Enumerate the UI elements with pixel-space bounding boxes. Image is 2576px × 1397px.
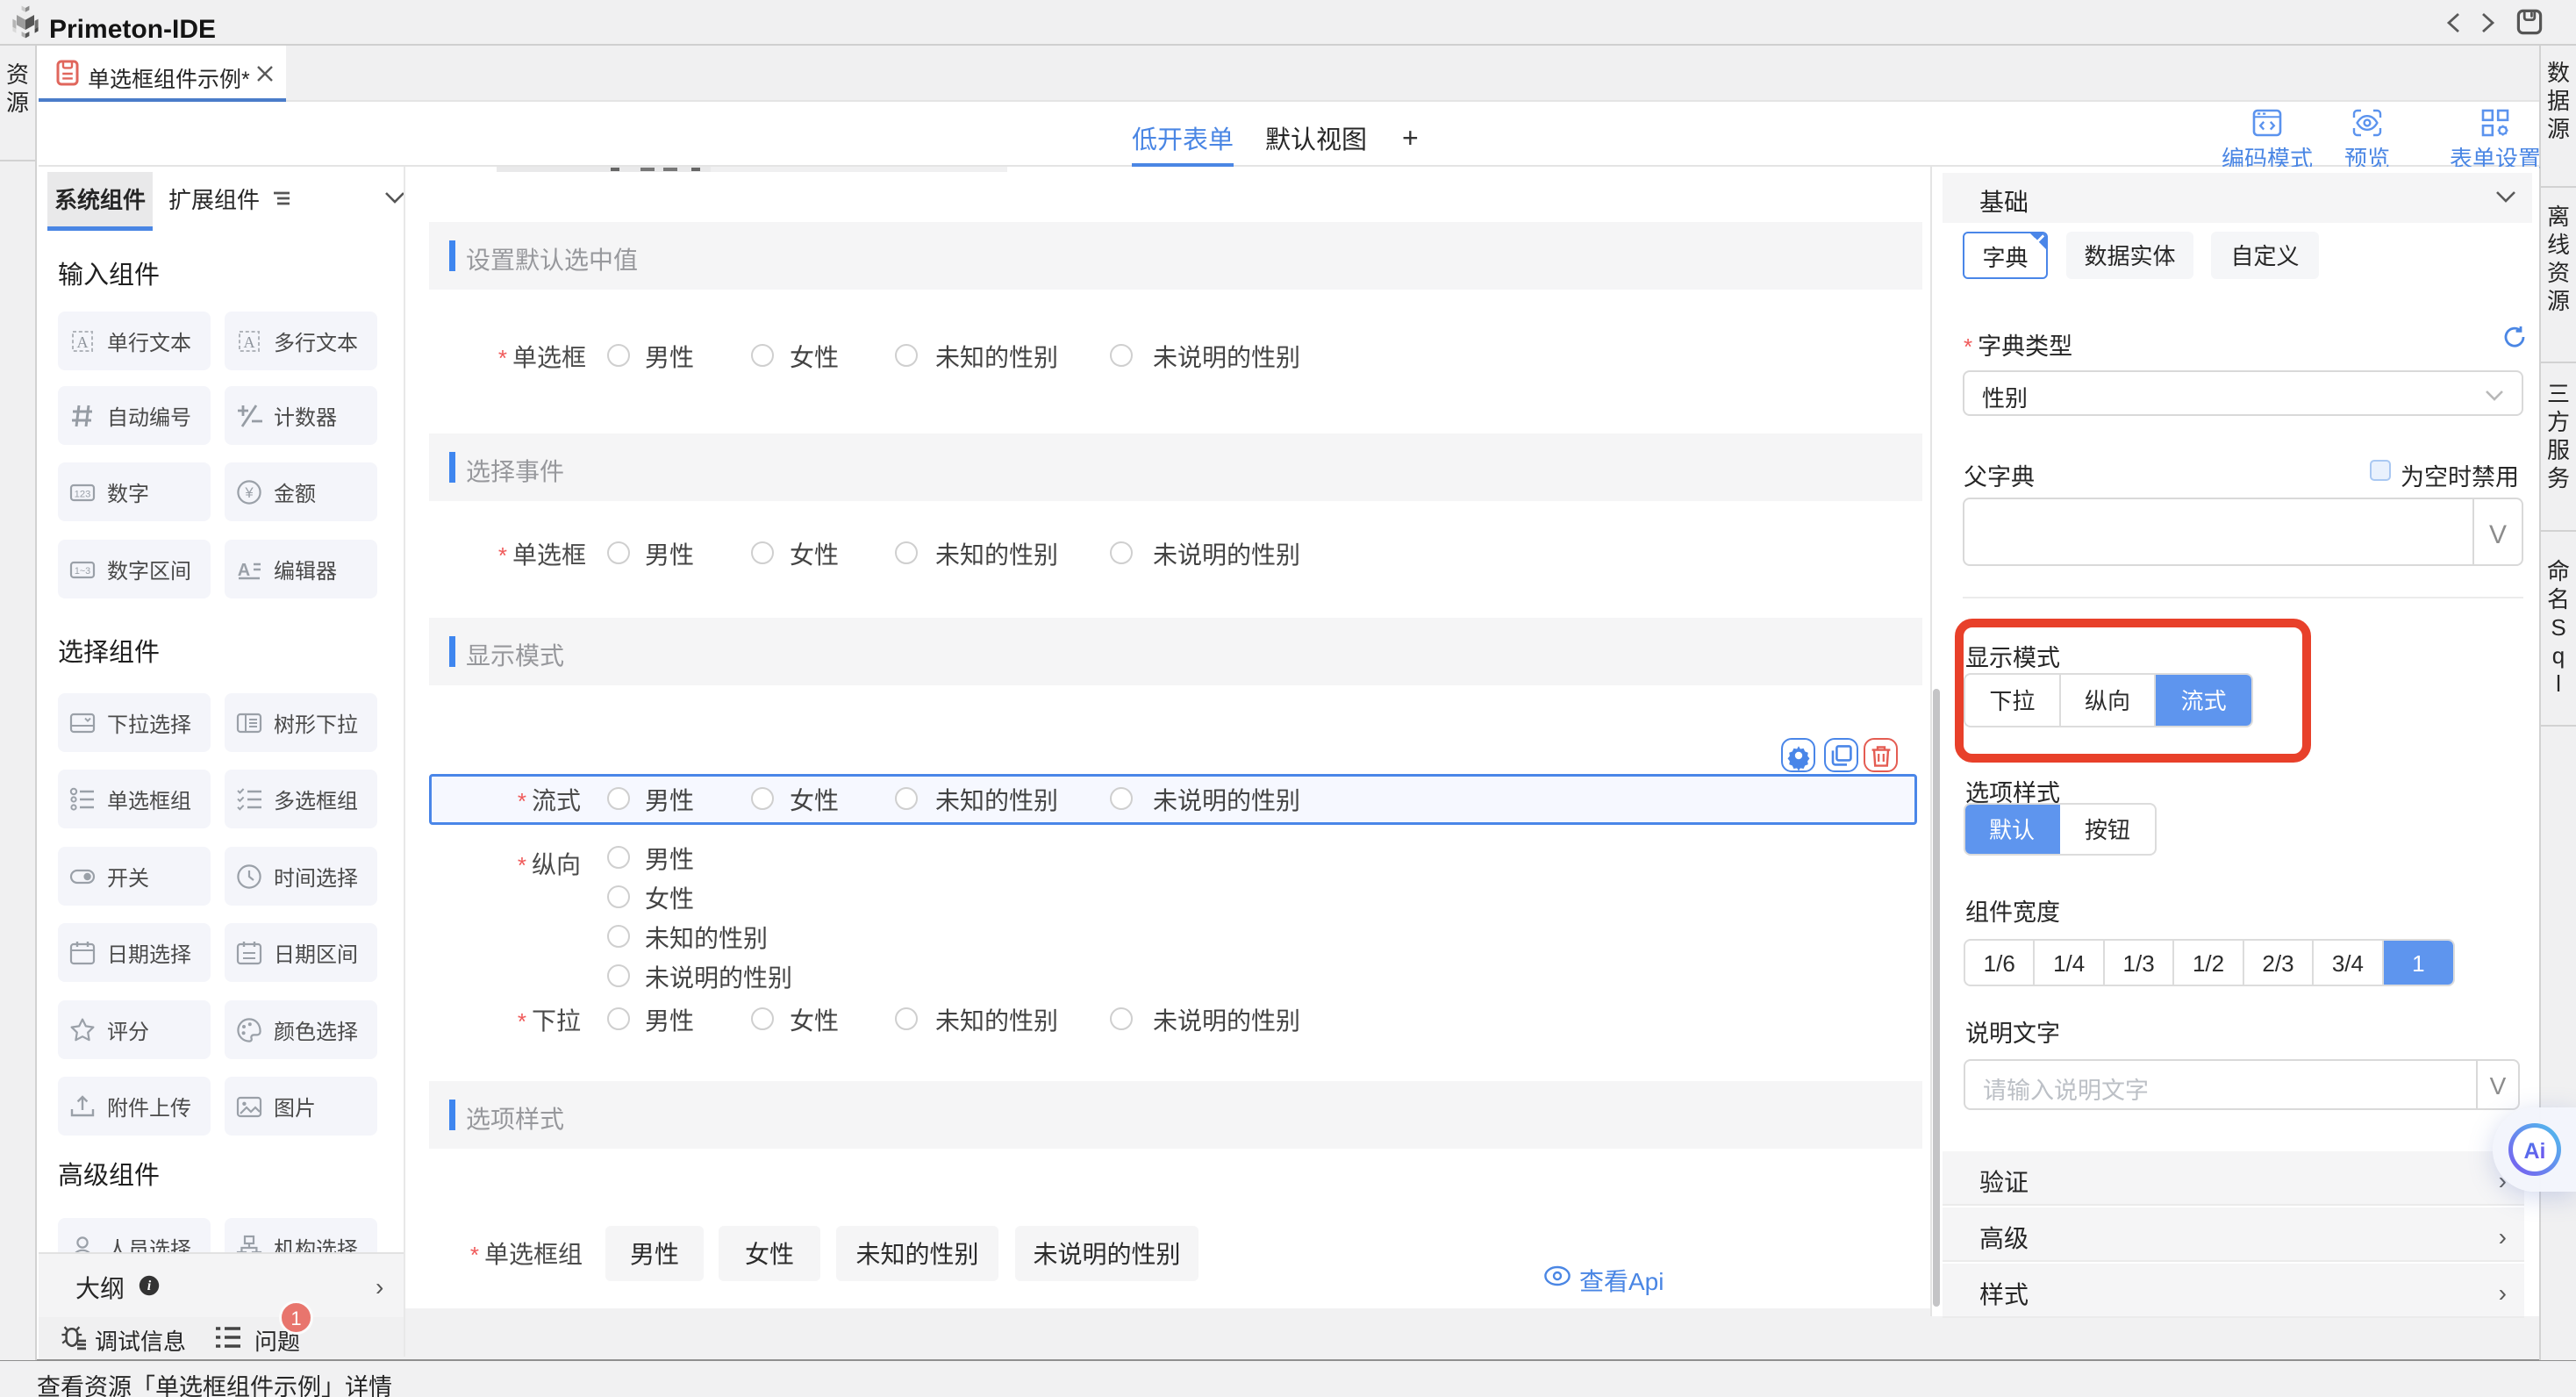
svg-text:123: 123 bbox=[75, 487, 91, 501]
svg-text:A: A bbox=[77, 333, 89, 351]
svg-text:¥: ¥ bbox=[244, 481, 254, 502]
svg-text:A: A bbox=[238, 555, 250, 581]
svg-text:1~3: 1~3 bbox=[75, 563, 90, 577]
svg-text:A: A bbox=[244, 333, 255, 351]
svg-text:i: i bbox=[147, 1279, 152, 1293]
